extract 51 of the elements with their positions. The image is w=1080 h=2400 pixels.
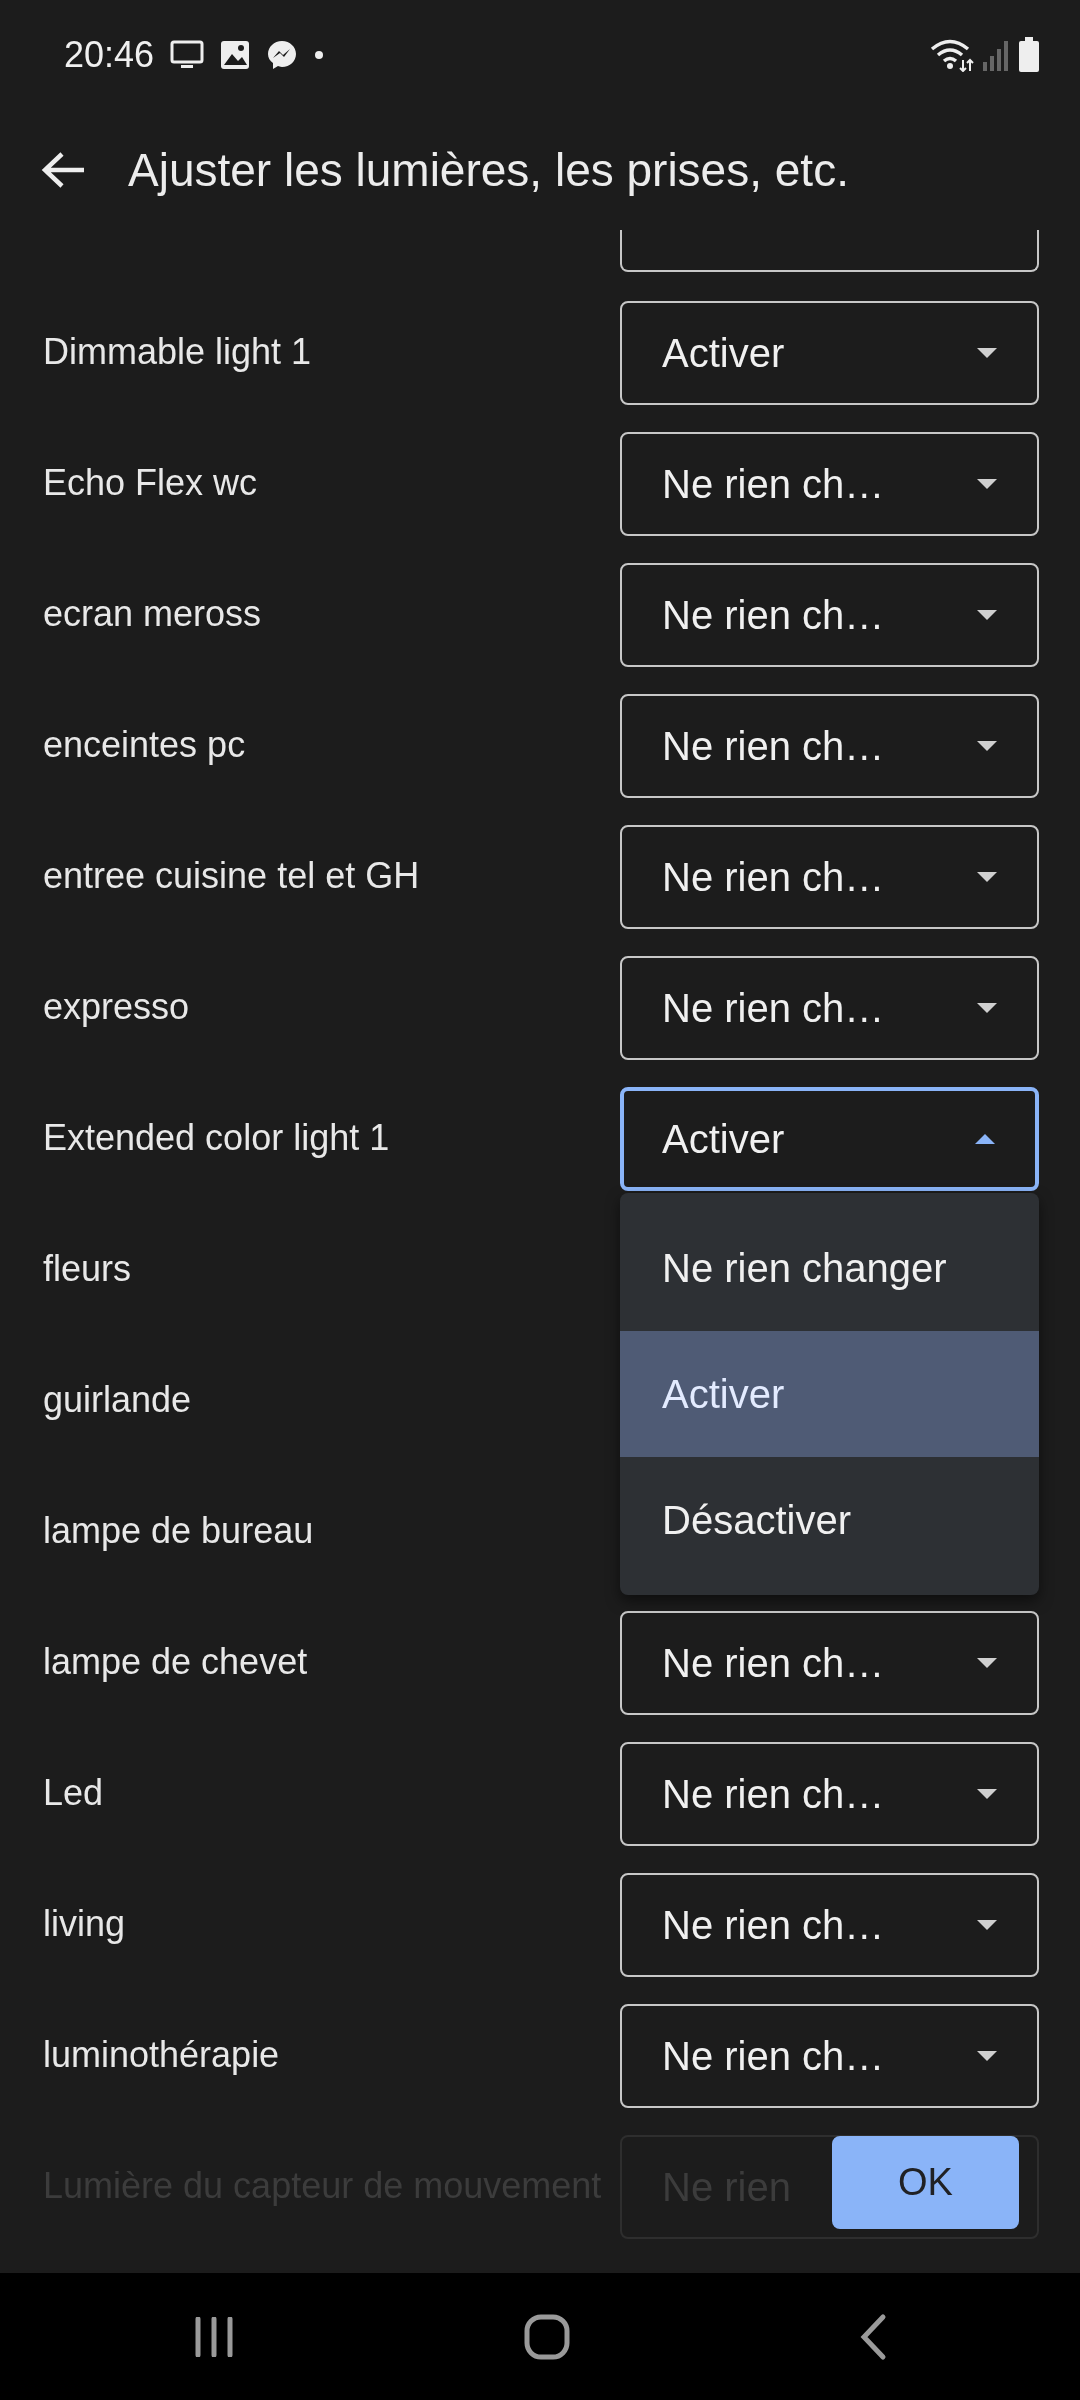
- caret-down-icon: [977, 607, 997, 622]
- dropdown-field[interactable]: Ne rien ch…: [620, 1741, 1039, 1846]
- device-label: living: [43, 1902, 127, 1947]
- battery-icon: [1018, 37, 1040, 73]
- caret-down-icon: [977, 1786, 997, 1801]
- caret-up-icon: [975, 1131, 995, 1146]
- device-label: entree cuisine tel et GH: [43, 854, 421, 899]
- dot-icon: [314, 50, 325, 60]
- caret-down-icon: [977, 2048, 997, 2063]
- caret-down-icon: [977, 1917, 997, 1932]
- caret-down-icon: [977, 738, 997, 753]
- dropdown-field[interactable]: Ne rien ch…: [620, 955, 1039, 1060]
- device-label: Led: [43, 1771, 105, 1816]
- device-label: ecran meross: [43, 592, 263, 637]
- home-icon[interactable]: [523, 2312, 571, 2361]
- device-label: Dimmable light 1: [43, 330, 313, 375]
- screen-title: Ajuster les lumières, les prises, etc.: [128, 142, 849, 198]
- dropdown-field[interactable]: Ne rien ch…: [620, 2003, 1039, 2108]
- menu-option[interactable]: Désactiver: [620, 1456, 1039, 1583]
- dropdown-field[interactable]: Activer: [620, 1086, 1039, 1191]
- chat-bubble-icon: [266, 39, 299, 71]
- device-label: fleurs: [43, 1247, 133, 1292]
- device-label: luminothérapie: [43, 2033, 281, 2078]
- caret-down-icon: [977, 1000, 997, 1015]
- menu-option[interactable]: Ne rien changer: [620, 1204, 1039, 1331]
- device-label: Echo Flex wc: [43, 461, 259, 506]
- device-label: lampe de chevet: [43, 1640, 309, 1685]
- signal-icon: [982, 38, 1010, 72]
- dropdown-field[interactable]: Ne rien ch…: [620, 1872, 1039, 1977]
- status-time: 20:46: [64, 33, 155, 77]
- dropdown-field[interactable]: Activer: [620, 300, 1039, 405]
- device-label: Extended color light 1: [43, 1116, 391, 1161]
- menu-option[interactable]: Activer: [620, 1330, 1039, 1457]
- device-label: lampe de bureau: [43, 1509, 315, 1554]
- dropdown-field[interactable]: Ne rien ch…: [620, 562, 1039, 667]
- ok-button[interactable]: OK: [832, 2136, 1019, 2229]
- device-label: expresso: [43, 985, 191, 1030]
- image-icon: [220, 40, 251, 70]
- caret-down-icon: [977, 1655, 997, 1670]
- dropdown-field[interactable]: Ne rien ch…: [620, 431, 1039, 536]
- dropdown-field[interactable]: Ne rien ch…: [620, 693, 1039, 798]
- caret-down-icon: [977, 476, 997, 491]
- monitor-icon: [170, 40, 205, 70]
- dropdown-field[interactable]: Ne rien ch…: [620, 824, 1039, 929]
- caret-down-icon: [977, 345, 997, 360]
- device-label: guirlande: [43, 1378, 193, 1423]
- caret-down-icon: [977, 869, 997, 884]
- dropdown-field[interactable]: [620, 230, 1039, 272]
- dropdown-field[interactable]: Ne rien ch…: [620, 1610, 1039, 1715]
- wifi-icon: [930, 38, 974, 72]
- device-label: enceintes pc: [43, 723, 247, 768]
